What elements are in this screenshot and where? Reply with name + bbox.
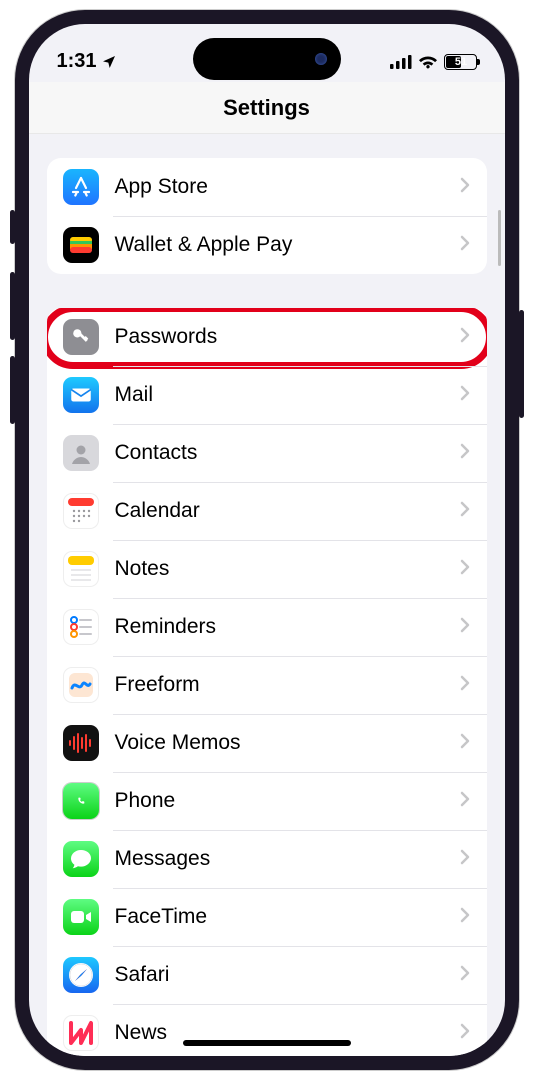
chevron-right-icon [459,674,471,697]
settings-list[interactable]: App Store Wallet & Apple Pay Passwords Mail… [29,134,505,1056]
settings-row-label: Phone [115,789,459,813]
chevron-right-icon [459,732,471,755]
settings-row-label: Wallet & Apple Pay [115,233,459,257]
notes-icon [63,551,99,587]
wallet-icon [63,227,99,263]
settings-row-label: Messages [115,847,459,871]
battery-percent: 51 [453,56,467,68]
settings-row-contacts[interactable]: Contacts [47,424,487,482]
phone-frame: 1:31 51 Settings [15,10,519,1070]
settings-row-label: Freeform [115,673,459,697]
voicememo-icon [63,725,99,761]
page-title: Settings [223,95,310,121]
settings-row-messages[interactable]: Messages [47,830,487,888]
settings-row-label: FaceTime [115,905,459,929]
settings-row-phone[interactable]: Phone [47,772,487,830]
settings-row-label: Calendar [115,499,459,523]
chevron-right-icon [459,234,471,257]
location-icon [101,54,117,70]
settings-row-passwords[interactable]: Passwords [47,308,487,366]
screen: 1:31 51 Settings [29,24,505,1056]
reminders-icon [63,609,99,645]
mute-switch [10,210,15,244]
volume-up-button [10,272,15,340]
settings-row-facetime[interactable]: FaceTime [47,888,487,946]
passwords-icon [63,319,99,355]
settings-row-label: Contacts [115,441,459,465]
settings-row-label: Passwords [115,325,459,349]
dynamic-island [193,38,341,80]
chevron-right-icon [459,326,471,349]
chevron-right-icon [459,1022,471,1045]
settings-row-notes[interactable]: Notes [47,540,487,598]
battery-icon: 51 [444,54,477,70]
settings-row-news[interactable]: News [47,1004,487,1056]
settings-group-apps: Passwords Mail Contacts Calendar Notes Remind… [47,308,487,1056]
power-button [519,310,524,418]
settings-row-label: Voice Memos [115,731,459,755]
chevron-right-icon [459,964,471,987]
chevron-right-icon [459,384,471,407]
app-store-icon [63,169,99,205]
status-time: 1:31 [57,50,97,73]
freeform-icon [63,667,99,703]
settings-row-calendar[interactable]: Calendar [47,482,487,540]
settings-row-label: Safari [115,963,459,987]
contacts-icon [63,435,99,471]
settings-row-label: Mail [115,383,459,407]
news-icon [63,1015,99,1051]
settings-row-safari[interactable]: Safari [47,946,487,1004]
settings-row-freeform[interactable]: Freeform [47,656,487,714]
messages-icon [63,841,99,877]
chevron-right-icon [459,790,471,813]
settings-row-label: App Store [115,175,459,199]
calendar-icon [63,493,99,529]
safari-icon [63,957,99,993]
chevron-right-icon [459,906,471,929]
mail-icon [63,377,99,413]
phone-icon [63,783,99,819]
scroll-indicator [498,210,501,266]
nav-bar: Settings [29,82,505,134]
chevron-right-icon [459,500,471,523]
chevron-right-icon [459,176,471,199]
home-indicator[interactable] [183,1040,351,1046]
settings-row-reminders[interactable]: Reminders [47,598,487,656]
settings-row-label: Notes [115,557,459,581]
chevron-right-icon [459,848,471,871]
settings-row-voicememo[interactable]: Voice Memos [47,714,487,772]
settings-row-mail[interactable]: Mail [47,366,487,424]
cellular-signal-icon [390,55,412,69]
settings-row-app-store[interactable]: App Store [47,158,487,216]
chevron-right-icon [459,558,471,581]
settings-row-wallet[interactable]: Wallet & Apple Pay [47,216,487,274]
chevron-right-icon [459,616,471,639]
volume-down-button [10,356,15,424]
wifi-icon [418,55,438,69]
chevron-right-icon [459,442,471,465]
settings-row-label: Reminders [115,615,459,639]
settings-group-store: App Store Wallet & Apple Pay [47,158,487,274]
facetime-icon [63,899,99,935]
